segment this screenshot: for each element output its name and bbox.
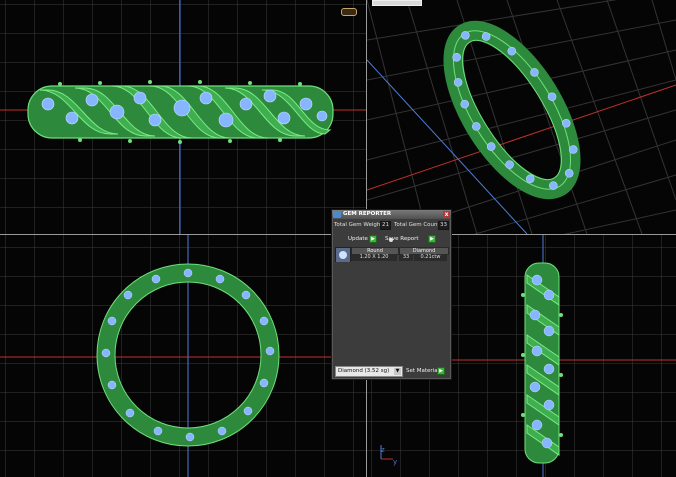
gem-list-area[interactable] [335, 262, 448, 364]
ring-thumbnail-icon[interactable] [341, 8, 357, 16]
total-gem-count-label: Total Gem Count [394, 222, 440, 228]
ring-top-view [521, 262, 563, 464]
set-material-button[interactable]: ▶ [437, 367, 445, 375]
viewport-front[interactable] [0, 0, 366, 234]
gem-table: Round Diamond 1.20 X 1.20 33 0.21ctw [335, 247, 449, 263]
panel-title: GEM REPORTER [343, 211, 392, 217]
gem-size-cell: 1.20 X 1.20 [351, 254, 397, 261]
material-select[interactable]: Diamond (3.52 sg) ▼ [335, 366, 403, 377]
update-button[interactable]: ▶ [369, 235, 377, 243]
total-gem-weight-label: Total Gem Weight [334, 222, 383, 228]
viewport-side[interactable] [0, 235, 366, 477]
gem-weight-cell: 0.21ctw [414, 254, 447, 261]
save-report-button-label: Save Report [385, 236, 419, 242]
perspective-view-canvas [367, 0, 676, 234]
axis-label-z: z [381, 446, 385, 454]
ring-perspective-view [443, 20, 581, 200]
app-logo-icon [333, 211, 341, 218]
ring-front-view [27, 80, 334, 144]
total-gem-weight-value: 21 [380, 221, 391, 230]
side-view-canvas [0, 235, 366, 477]
gem-shape-icon [335, 247, 351, 263]
chevron-down-icon[interactable]: ▼ [394, 368, 401, 375]
front-view-canvas [0, 0, 366, 234]
total-gem-count-value: 33 [438, 221, 449, 230]
viewport-label-tab[interactable] [372, 0, 422, 6]
cad-workspace: z y GEM REPORTER x Total Gem Weight 21 T… [0, 0, 676, 477]
set-material-label: Set Material [406, 368, 440, 374]
axis-label-y: y [393, 458, 398, 466]
close-icon[interactable]: x [443, 211, 450, 218]
save-report-button[interactable]: ▶ [428, 235, 436, 243]
viewport-perspective[interactable] [367, 0, 676, 234]
gem-reporter-panel[interactable]: GEM REPORTER x Total Gem Weight 21 Total… [331, 209, 452, 380]
update-button-label: Update [348, 236, 368, 242]
material-select-value: Diamond (3.52 sg) [338, 368, 390, 374]
panel-title-bar[interactable]: GEM REPORTER x [332, 210, 451, 219]
gem-count-cell: 33 [399, 254, 413, 261]
